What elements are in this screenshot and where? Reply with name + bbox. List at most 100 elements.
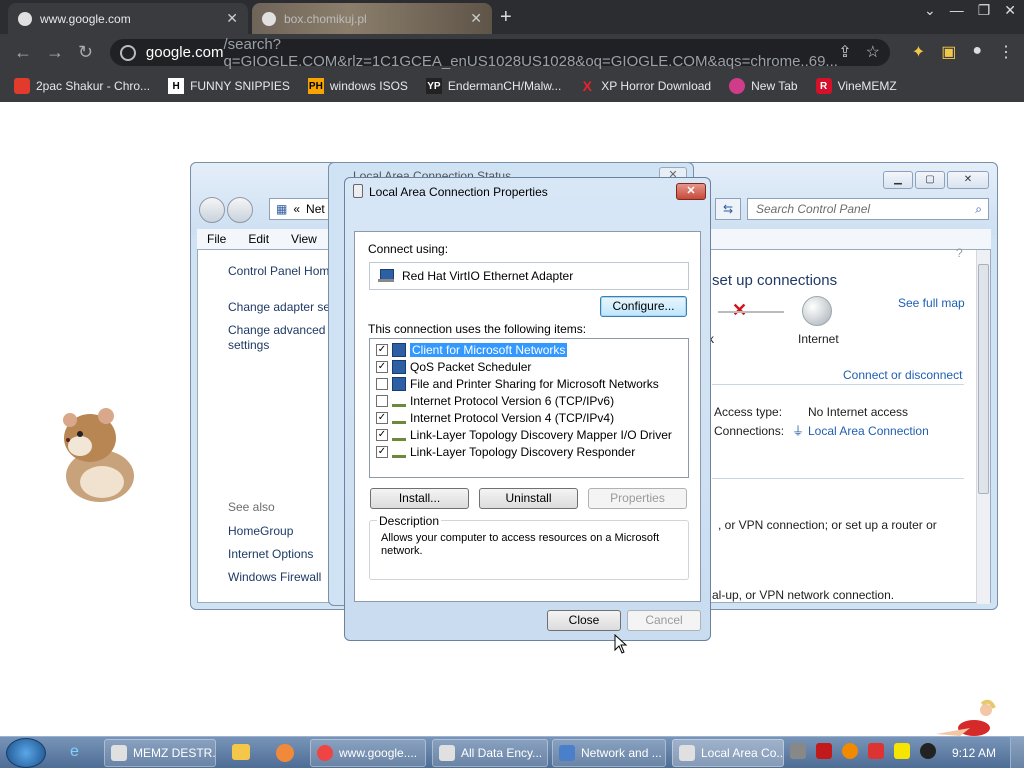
item-checkbox[interactable]: ✓ xyxy=(376,446,388,458)
bookmark-item[interactable]: H FUNNY SNIPPIES xyxy=(168,78,290,94)
bookmark-item[interactable]: R VineMEMZ xyxy=(815,78,897,94)
taskbar-label: MEMZ DESTR... xyxy=(133,746,216,760)
side-panel-icon[interactable]: ▣ xyxy=(941,42,956,62)
ie-icon[interactable]: e xyxy=(70,743,79,761)
change-advanced-settings-link-line2[interactable]: settings xyxy=(228,338,269,352)
list-item[interactable]: ✓ Client for Microsoft Networks xyxy=(376,342,568,358)
item-checkbox[interactable]: ✓ xyxy=(376,429,388,441)
minimize-icon[interactable]: — xyxy=(950,2,964,19)
item-checkbox[interactable] xyxy=(376,395,388,407)
close-button[interactable]: ✕ xyxy=(676,183,706,200)
homegroup-link[interactable]: HomeGroup xyxy=(228,524,293,538)
list-item[interactable]: ✓ Internet Protocol Version 4 (TCP/IPv4) xyxy=(376,410,614,426)
tray-volume-icon[interactable] xyxy=(920,743,936,759)
share-icon[interactable]: ⇪ xyxy=(838,42,851,62)
tray-flag-icon[interactable] xyxy=(868,743,884,759)
service-icon xyxy=(392,360,406,374)
item-checkbox[interactable]: ✓ xyxy=(376,361,388,373)
help-icon[interactable]: ? xyxy=(956,246,963,260)
scrollbar-thumb[interactable] xyxy=(978,264,989,494)
close-dialog-button[interactable]: Close xyxy=(547,610,621,631)
close-tab-icon[interactable]: ✕ xyxy=(226,10,238,27)
app-icon xyxy=(439,745,455,761)
forward-button[interactable] xyxy=(227,197,253,223)
change-advanced-settings-link[interactable]: Change advanced s xyxy=(228,323,335,337)
system-tray xyxy=(790,743,936,759)
item-checkbox[interactable]: ✓ xyxy=(376,412,388,424)
control-panel-home-link[interactable]: Control Panel Hom xyxy=(228,264,329,278)
bookmark-star-icon[interactable]: ☆ xyxy=(866,42,880,62)
tray-app-icon[interactable] xyxy=(790,743,806,759)
restore-icon[interactable]: ❐ xyxy=(978,2,991,19)
change-adapter-settings-link[interactable]: Change adapter set xyxy=(228,300,333,314)
close-icon[interactable]: ✕ xyxy=(1004,2,1016,19)
back-button[interactable] xyxy=(199,197,225,223)
chevron-down-icon[interactable]: ⌄ xyxy=(924,2,936,19)
tray-search-icon[interactable] xyxy=(842,743,858,759)
taskbar-button[interactable]: www.google.... xyxy=(310,739,426,767)
taskbar-button[interactable]: Network and ... xyxy=(552,739,666,767)
address-bar[interactable]: google.com/search?q=GIOGLE.COM&rlz=1C1GC… xyxy=(110,36,890,70)
extensions-icon[interactable]: ✦ xyxy=(912,42,925,62)
bookmark-item[interactable]: 2pac Shakur - Chro... xyxy=(14,78,150,94)
list-item[interactable]: ✓ Link-Layer Topology Discovery Responde… xyxy=(376,444,635,460)
list-item[interactable]: File and Printer Sharing for Microsoft N… xyxy=(376,376,659,392)
item-checkbox[interactable] xyxy=(376,378,388,390)
paint-icon[interactable] xyxy=(276,744,294,762)
item-checkbox[interactable]: ✓ xyxy=(376,344,388,356)
bookmark-item[interactable]: New Tab xyxy=(729,78,798,94)
site-info-icon[interactable] xyxy=(120,44,136,61)
scrollbar[interactable] xyxy=(976,250,990,604)
tab-chomikuj[interactable]: box.chomikuj.pl ✕ xyxy=(252,3,492,34)
list-item[interactable]: ✓ QoS Packet Scheduler xyxy=(376,359,531,375)
show-desktop-button[interactable] xyxy=(1010,737,1024,768)
search-input[interactable]: Search Control Panel ⌕ xyxy=(747,198,989,220)
properties-button[interactable]: Properties xyxy=(588,488,687,509)
windows-firewall-link[interactable]: Windows Firewall xyxy=(228,570,321,584)
close-tab-icon[interactable]: ✕ xyxy=(470,10,482,27)
taskbar-button[interactable]: Local Area Co... xyxy=(672,739,784,767)
internet-options-link[interactable]: Internet Options xyxy=(228,547,313,561)
menu-file[interactable]: File xyxy=(207,232,226,246)
bookmark-item[interactable]: YP EndermanCH/Malw... xyxy=(425,78,561,94)
taskbar: e MEMZ DESTR... www.google.... All Data … xyxy=(0,736,1024,768)
local-area-connection-link[interactable]: Local Area Connection xyxy=(808,424,929,438)
divider xyxy=(712,384,964,385)
menu-view[interactable]: View xyxy=(291,232,317,246)
taskbar-button[interactable]: All Data Ency... xyxy=(432,739,548,767)
search-icon[interactable]: ⌕ xyxy=(975,202,982,217)
pinup-figure-image xyxy=(936,699,996,736)
profile-icon[interactable]: ● xyxy=(972,42,982,62)
new-tab-button[interactable]: + xyxy=(500,6,512,29)
search-placeholder: Search Control Panel xyxy=(756,202,871,216)
connect-disconnect-link[interactable]: Connect or disconnect xyxy=(843,368,962,382)
chrome-icon xyxy=(317,745,333,761)
maximize-button[interactable]: ▢ xyxy=(915,171,945,189)
bookmark-icon xyxy=(729,78,746,94)
bookmark-item[interactable]: X XP Horror Download xyxy=(579,78,712,94)
configure-button[interactable]: Configure... xyxy=(600,296,687,317)
forward-icon[interactable]: → xyxy=(46,42,64,63)
close-button[interactable]: ✕ xyxy=(947,171,989,189)
cancel-button[interactable]: Cancel xyxy=(627,610,701,631)
clock[interactable]: 9:12 AM xyxy=(952,746,996,760)
install-button[interactable]: Install... xyxy=(370,488,469,509)
uninstall-button[interactable]: Uninstall xyxy=(479,488,578,509)
start-button[interactable] xyxy=(6,738,46,768)
see-full-map-link[interactable]: See full map xyxy=(898,296,965,310)
tray-app-icon[interactable] xyxy=(894,743,910,759)
tray-app-icon[interactable] xyxy=(816,743,832,759)
refresh-button[interactable]: ⇆ xyxy=(715,198,741,220)
back-icon[interactable]: ← xyxy=(14,42,32,63)
menu-edit[interactable]: Edit xyxy=(248,232,269,246)
minimize-button[interactable]: ▁ xyxy=(883,171,913,189)
menu-icon[interactable]: ⋮ xyxy=(998,42,1014,62)
taskbar-button[interactable]: MEMZ DESTR... xyxy=(104,739,216,767)
media-player-icon[interactable] xyxy=(232,744,250,760)
tab-google[interactable]: www.google.com ✕ xyxy=(8,3,248,34)
bookmark-item[interactable]: PH windows ISOS xyxy=(307,78,408,94)
breadcrumb: Net xyxy=(306,202,325,216)
reload-icon[interactable]: ↻ xyxy=(78,42,93,63)
list-item[interactable]: Internet Protocol Version 6 (TCP/IPv6) xyxy=(376,393,614,409)
list-item[interactable]: ✓ Link-Layer Topology Discovery Mapper I… xyxy=(376,427,672,443)
